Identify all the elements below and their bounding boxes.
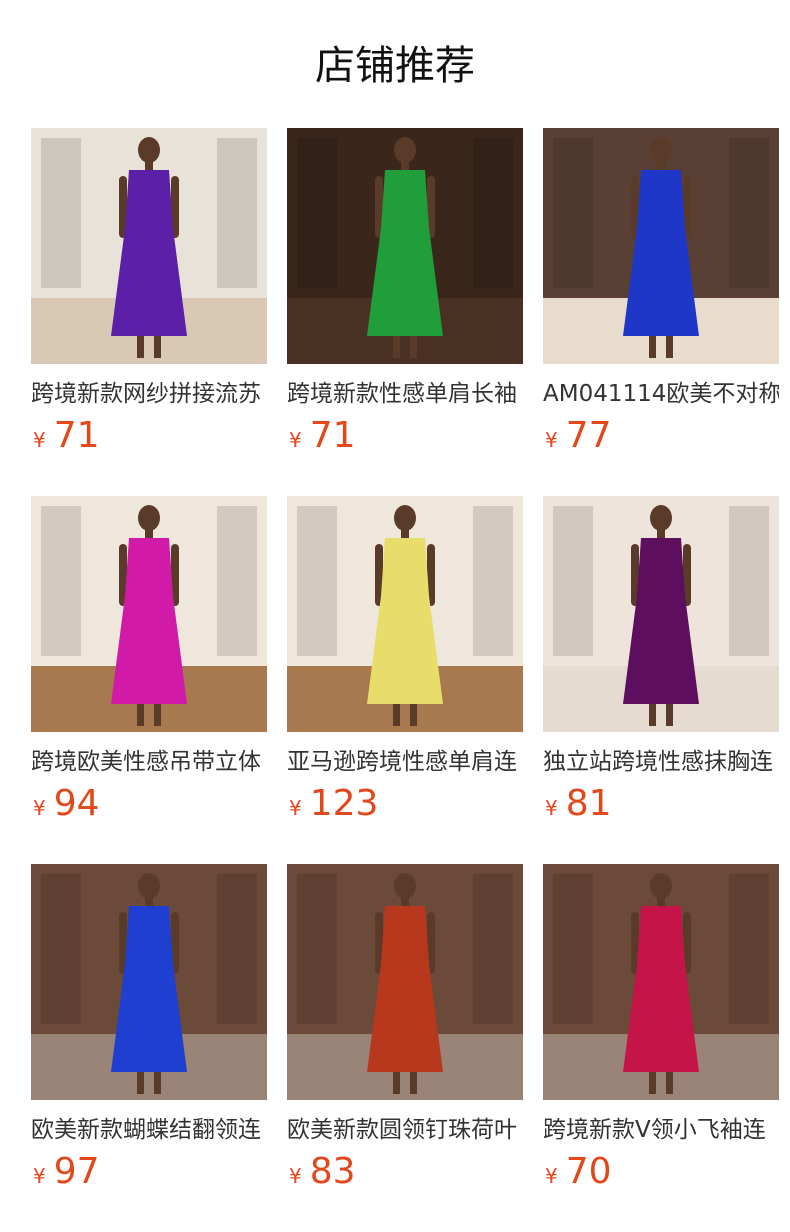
- currency-symbol: ¥: [545, 796, 558, 820]
- product-card[interactable]: 欧美新款圆领钉珠荷叶 ¥83: [287, 864, 523, 1232]
- woman-in-red-flutter-sleeve-dress[interactable]: [543, 864, 779, 1100]
- product-card[interactable]: 独立站跨境性感抹胸连 ¥81: [543, 496, 779, 864]
- price-amount: 83: [309, 1151, 356, 1192]
- product-price: ¥81: [543, 782, 779, 826]
- product-title[interactable]: 亚马逊跨境性感单肩连: [287, 746, 523, 778]
- currency-symbol: ¥: [33, 1164, 46, 1188]
- product-card[interactable]: 亚马逊跨境性感单肩连 ¥123: [287, 496, 523, 864]
- currency-symbol: ¥: [289, 1164, 302, 1188]
- product-title[interactable]: 欧美新款蝴蝶结翻领连: [31, 1114, 267, 1146]
- woman-in-blue-fringe-dress-on-stairs[interactable]: [543, 128, 779, 364]
- price-amount: 70: [565, 1151, 612, 1192]
- currency-symbol: ¥: [289, 428, 302, 452]
- product-title[interactable]: 独立站跨境性感抹胸连: [543, 746, 779, 778]
- price-amount: 77: [565, 415, 612, 456]
- price-amount: 123: [309, 783, 379, 824]
- product-title[interactable]: 跨境欧美性感吊带立体: [31, 746, 267, 778]
- price-amount: 71: [53, 415, 100, 456]
- product-card[interactable]: 跨境新款网纱拼接流苏 ¥71: [31, 128, 267, 496]
- product-price: ¥77: [543, 414, 779, 458]
- price-amount: 94: [53, 783, 100, 824]
- product-title[interactable]: 跨境新款V领小飞袖连: [543, 1114, 779, 1146]
- woman-in-rust-beaded-dress[interactable]: [287, 864, 523, 1100]
- product-price: ¥94: [31, 782, 267, 826]
- product-title[interactable]: AM041114欧美不对称: [543, 378, 779, 410]
- woman-in-blue-sequin-dress[interactable]: [31, 864, 267, 1100]
- woman-in-yellow-pleated-dress[interactable]: [287, 496, 523, 732]
- product-price: ¥70: [543, 1150, 779, 1194]
- product-card[interactable]: 跨境新款性感单肩长袖 ¥71: [287, 128, 523, 496]
- product-title[interactable]: 跨境新款性感单肩长袖: [287, 378, 523, 410]
- product-price: ¥71: [31, 414, 267, 458]
- woman-in-plum-off-shoulder-dress[interactable]: [543, 496, 779, 732]
- price-amount: 71: [309, 415, 356, 456]
- product-title[interactable]: 欧美新款圆领钉珠荷叶: [287, 1114, 523, 1146]
- product-card[interactable]: 跨境欧美性感吊带立体 ¥94: [31, 496, 267, 864]
- product-price: ¥71: [287, 414, 523, 458]
- product-price: ¥83: [287, 1150, 523, 1194]
- woman-in-green-one-shoulder-fringe-dress[interactable]: [287, 128, 523, 364]
- currency-symbol: ¥: [545, 428, 558, 452]
- woman-in-magenta-strap-dress[interactable]: [31, 496, 267, 732]
- price-amount: 81: [565, 783, 612, 824]
- product-title[interactable]: 跨境新款网纱拼接流苏: [31, 378, 267, 410]
- product-card[interactable]: 欧美新款蝴蝶结翻领连 ¥97: [31, 864, 267, 1232]
- product-card[interactable]: AM041114欧美不对称 ¥77: [543, 128, 779, 496]
- page-title: 店铺推荐: [315, 43, 475, 89]
- price-amount: 97: [53, 1151, 100, 1192]
- woman-in-purple-fringe-dress[interactable]: [31, 128, 267, 364]
- product-price: ¥123: [287, 782, 523, 826]
- product-card[interactable]: 跨境新款V领小飞袖连 ¥70: [543, 864, 779, 1232]
- product-grid: 跨境新款网纱拼接流苏 ¥71 跨境新款性感单肩长袖 ¥71 AM041114欧美…: [31, 128, 781, 1232]
- currency-symbol: ¥: [33, 428, 46, 452]
- currency-symbol: ¥: [289, 796, 302, 820]
- currency-symbol: ¥: [545, 1164, 558, 1188]
- product-price: ¥97: [31, 1150, 267, 1194]
- currency-symbol: ¥: [33, 796, 46, 820]
